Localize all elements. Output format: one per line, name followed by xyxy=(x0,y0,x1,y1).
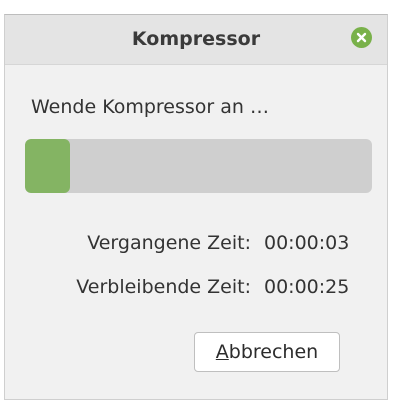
window-title: Kompressor xyxy=(131,28,261,50)
cancel-label: bbrechen xyxy=(228,341,319,363)
progress-fill xyxy=(25,139,71,193)
elapsed-time-label: Vergangene Zeit: xyxy=(87,232,251,254)
progress-bar xyxy=(25,139,372,193)
close-button[interactable] xyxy=(351,27,372,48)
cancel-button[interactable]: Abbrechen xyxy=(194,332,340,372)
remaining-time-label: Verbleibende Zeit: xyxy=(76,276,251,298)
close-icon xyxy=(356,32,367,43)
cancel-mnemonic: A xyxy=(215,341,229,363)
status-text: Wende Kompressor an … xyxy=(31,96,269,118)
remaining-time-value: 00:00:25 xyxy=(264,276,350,298)
titlebar[interactable]: Kompressor xyxy=(5,15,387,65)
elapsed-time-value: 00:00:03 xyxy=(264,232,350,254)
